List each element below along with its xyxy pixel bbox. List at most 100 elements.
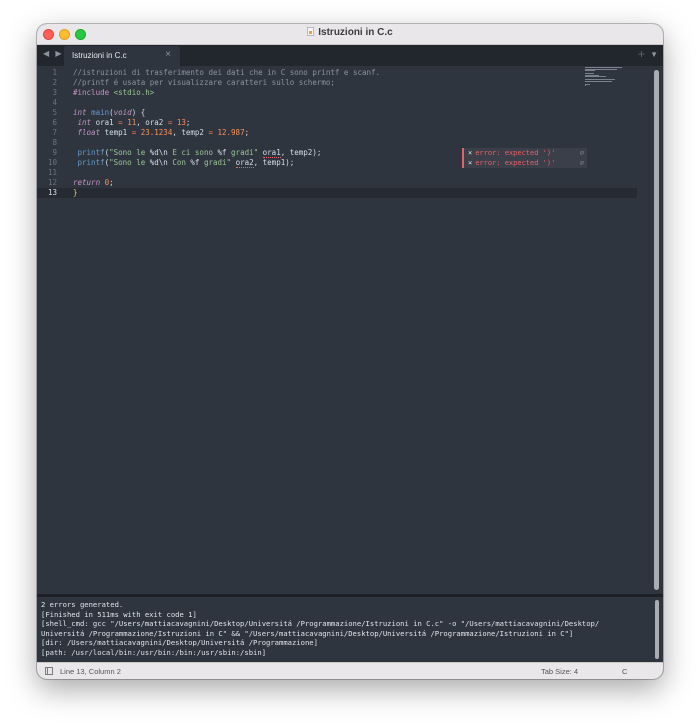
code-text: printf("Sono le %d\n E ci sono %f gradi"… [73,148,321,158]
code-token: , temp2); [280,148,322,157]
output-line: [dir: /Users/mattiacavagnini/Desktop/Uni… [41,638,318,648]
code-token: gradi" [226,148,259,157]
code-text: float temp1 = 23.1234, temp2 = 12.987; [73,128,250,138]
title-bar: Istruzioni in C.c [37,24,663,45]
line-number: 11 [47,168,57,177]
code-token: %f [217,148,227,157]
tab-bar: ◀ ▶ Istruzioni in C.c × + ▼ [37,45,663,66]
error-annotation: × error: expected ')' ⌀ [462,158,587,168]
code-text: return 0; [73,178,114,188]
tab-label: Istruzioni in C.c [72,51,127,60]
tab-istruzioni-in-c[interactable]: Istruzioni in C.c × [64,46,180,66]
code-token: int [77,118,92,127]
minimap-line [585,83,590,85]
code-token: 12.987 [217,128,245,137]
code-token: "Sono le [109,158,150,167]
panel-toggle-icon[interactable] [45,667,53,675]
code-token: //printf é usata per visualizzare caratt… [73,78,335,87]
code-token: ) { [131,108,146,117]
code-line[interactable]: 5 int main(void) { [37,108,637,118]
code-token: ; [109,178,114,187]
code-token: #include [73,88,114,97]
error-x-icon: × [468,149,473,157]
minimap-line [585,85,586,86]
syntax-selector[interactable]: C [622,667,627,676]
code-token: void [113,108,132,117]
code-token: temp1 [100,128,132,137]
output-line: Universitá /Programmazione/Istruzioni in… [41,628,574,638]
code-line[interactable]: 8 [37,138,637,148]
editor-scrollbar[interactable] [654,70,659,590]
line-number: 5 [52,108,57,117]
dismiss-error-icon[interactable]: ⌀ [580,158,584,168]
status-bar: Line 13, Column 2 Tab Size: 4 C [37,662,663,679]
code-token: //istruzioni di trasferimento dei dati c… [73,68,381,77]
code-token: ora2 [235,158,254,168]
code-token: float [77,128,101,137]
code-line[interactable]: 4 [37,98,637,108]
code-token: , temp1); [253,158,295,167]
code-text: } [73,188,78,198]
line-number: 9 [52,148,57,157]
code-line[interactable]: 13} [37,188,637,198]
output-line: [path: /usr/local/bin:/usr/bin:/bin:/usr… [41,648,267,657]
tab-close-icon[interactable]: × [165,49,171,60]
line-number: 13 [47,188,57,197]
code-line[interactable]: 11 [37,168,637,178]
editor-window: Istruzioni in C.c ◀ ▶ Istruzioni in C.c … [37,24,663,679]
code-text: int main(void) { [73,108,145,118]
minimap-line [585,76,607,77]
tab-menu-chevron-down-icon[interactable]: ▼ [650,50,658,59]
code-token: ora1 [262,148,281,158]
tab-size-selector[interactable]: Tab Size: 4 [541,667,578,676]
code-token: int [73,108,87,117]
code-token: 13 [176,118,186,127]
line-number: 7 [52,128,57,137]
code-line[interactable]: 6 int ora1 = 11, ora2 = 13; [37,118,637,128]
code-token: , ora2 [136,118,168,127]
output-line: 2 errors generated. [41,600,124,609]
new-tab-plus-icon[interactable]: + [638,47,645,61]
output-scrollbar[interactable] [655,600,659,659]
error-x-icon: × [468,159,473,167]
code-token: gradi" [199,158,232,167]
line-number: 3 [52,88,57,97]
error-message: error: expected ')' [475,159,556,167]
code-token: %d\n [149,158,168,167]
line-number: 12 [47,178,57,187]
window-title: Istruzioni in C.c [318,27,393,38]
dismiss-error-icon[interactable]: ⌀ [580,148,584,158]
code-editor[interactable]: 1 //istruzioni di trasferimento dei dati … [37,66,663,594]
c-file-icon [307,27,315,36]
code-line[interactable]: 2 //printf é usata per visualizzare carat… [37,78,637,88]
code-token: main [91,108,110,117]
code-line[interactable]: 7 float temp1 = 23.1234, temp2 = 12.987; [37,128,637,138]
code-token: printf [77,148,105,157]
code-token: "Sono le [109,148,150,157]
code-line[interactable]: 3 #include <stdio.h> [37,88,637,98]
code-line[interactable]: 12 return 0; [37,178,637,188]
code-text: int ora1 = 11, ora2 = 13; [73,118,191,128]
code-text: //printf é usata per visualizzare caratt… [73,78,335,88]
code-token: Con [167,158,191,167]
code-token: } [73,188,78,197]
minimap[interactable] [585,66,627,86]
code-token: ; [185,118,191,127]
code-token: ; [244,128,250,137]
code-token: E ci sono [167,148,218,157]
minimap-line [585,80,612,82]
minimap-line [585,70,595,71]
line-number: 2 [52,78,57,87]
code-line[interactable]: 1 //istruzioni di trasferimento dei dati … [37,68,637,78]
line-number: 4 [52,98,57,107]
code-text: #include <stdio.h> [73,88,154,98]
code-token: ora1 [91,118,119,127]
error-annotation: × error: expected ')' ⌀ [462,148,587,158]
tab-navigation-arrows-icon[interactable]: ◀ ▶ [43,49,64,58]
output-line: [shell_cmd: gcc "/Users/mattiacavagnini/… [41,619,600,629]
build-output-panel[interactable]: 2 errors generated. [Finished in 511ms wi… [37,597,663,662]
output-line: [Finished in 511ms with exit code 1] [41,609,197,619]
code-token: , temp2 [172,128,209,137]
